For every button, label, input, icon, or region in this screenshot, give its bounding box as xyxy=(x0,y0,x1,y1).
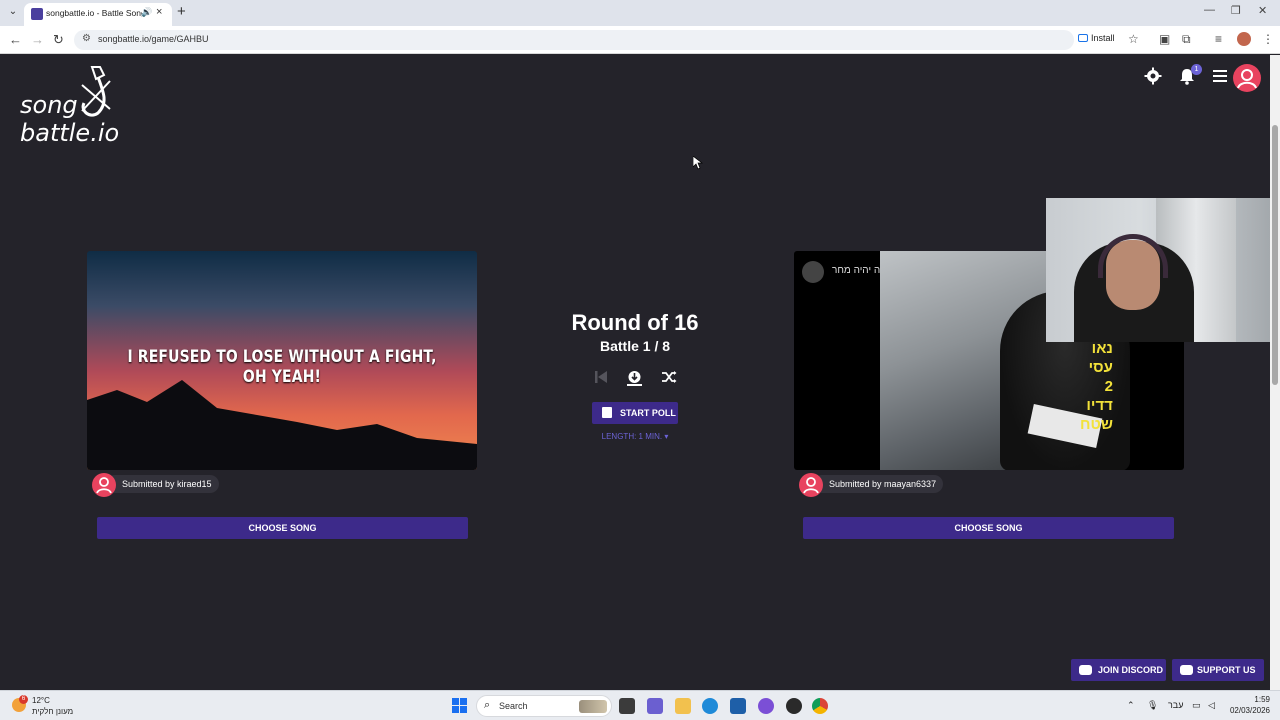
poll-icon xyxy=(602,407,612,418)
shuffle-icon[interactable] xyxy=(661,370,677,384)
site-info-icon[interactable]: ⚙ xyxy=(82,33,91,44)
hamburger-menu-icon[interactable] xyxy=(1213,70,1227,82)
taskbar-search-label: Search xyxy=(499,701,528,711)
install-app-button[interactable]: Install xyxy=(1078,33,1115,43)
browser-toolbar: ← → ↻ ⚙ songbattle.io/game/GAHBU Install… xyxy=(0,26,1280,54)
tray-overflow-icon[interactable]: ⌃ xyxy=(1127,700,1135,711)
left-choose-song-button[interactable]: CHOOSE SONG xyxy=(97,517,468,539)
windows-start-icon[interactable] xyxy=(452,698,467,713)
support-icon xyxy=(1180,665,1193,675)
join-discord-label: JOIN DISCORD xyxy=(1098,665,1164,675)
url-text: songbattle.io/game/GAHBU xyxy=(98,34,209,44)
logo-text-line1: song xyxy=(20,91,78,119)
reload-icon[interactable]: ↻ xyxy=(53,32,64,48)
video-channel-title: מה יהיה מחר xyxy=(832,265,888,276)
volume-icon[interactable]: ◁ xyxy=(1208,700,1215,711)
join-discord-button[interactable]: JOIN DISCORD xyxy=(1071,659,1166,681)
task-view-icon[interactable] xyxy=(619,698,635,714)
browser-tab-active[interactable]: songbattle.io - Battle Song 🔊 × xyxy=(24,3,172,26)
page-scrollbar[interactable] xyxy=(1270,55,1280,690)
mouse-cursor-icon xyxy=(693,156,703,170)
saxophone-logo-icon xyxy=(81,66,111,117)
channel-avatar xyxy=(802,261,824,283)
input-language[interactable]: עבר xyxy=(1168,700,1183,710)
left-submitter-avatar-icon xyxy=(92,473,116,497)
bookmark-star-icon[interactable]: ☆ xyxy=(1128,32,1139,46)
media-controls-icon[interactable]: ≡ xyxy=(1215,32,1222,46)
close-tab-icon[interactable]: × xyxy=(156,6,162,18)
notification-count-badge: 1 xyxy=(1191,64,1202,75)
search-highlight-image xyxy=(579,700,607,713)
browser-menu-icon[interactable]: ⋮ xyxy=(1262,32,1274,46)
left-submitter-label: Submitted by kiraed15 xyxy=(106,475,219,493)
tab-search-icon[interactable]: ⌄ xyxy=(6,5,20,19)
tab-title: songbattle.io - Battle Song xyxy=(46,8,142,18)
songbattle-page: song battle.io 1 I REFUSED TO LOSE WITHO… xyxy=(0,55,1270,690)
clock-time: 1:59 xyxy=(1254,695,1270,704)
user-avatar-icon[interactable] xyxy=(1233,64,1261,92)
extensions-puzzle-icon[interactable]: ⧉ xyxy=(1182,32,1191,47)
video-lyric-text: I REFUSED TO LOSE WITHOUT A FIGHT, OH YE… xyxy=(127,347,437,387)
weather-description: מעונן חלקית xyxy=(32,707,74,716)
thumbnail-overlay-text: נאו עסי 2 דדיו שטח xyxy=(1080,340,1113,433)
address-bar[interactable]: ⚙ songbattle.io/game/GAHBU xyxy=(74,30,1074,50)
start-poll-button[interactable]: START POLL xyxy=(592,402,678,424)
songbattle-logo[interactable]: song battle.io xyxy=(18,65,138,147)
windows-taskbar: 6 12°C מעונן חלקית ⌕ Search ⌃ 🎙 עבר ▭ ◁ … xyxy=(0,690,1280,720)
round-title: Round of 16 xyxy=(571,310,699,335)
battle-counter: Battle 1 / 8 xyxy=(599,338,671,354)
forward-icon[interactable]: → xyxy=(31,32,44,47)
app-icon[interactable] xyxy=(786,698,802,714)
right-choose-song-button[interactable]: CHOOSE SONG xyxy=(803,517,1174,539)
clock-date: 02/03/2026 xyxy=(1229,706,1270,715)
taskbar-search-box[interactable]: ⌕ Search xyxy=(476,695,612,717)
teams-icon[interactable] xyxy=(647,698,663,714)
previous-icon[interactable] xyxy=(594,370,608,384)
settings-gear-icon[interactable] xyxy=(1144,67,1162,85)
system-clock[interactable]: 1:59 02/03/2026 xyxy=(1228,694,1270,716)
microphone-icon[interactable]: 🎙 xyxy=(1147,700,1158,711)
scrollbar-thumb[interactable] xyxy=(1272,125,1278,385)
right-submitter-label: Submitted by maayan6337 xyxy=(813,475,944,493)
back-icon[interactable]: ← xyxy=(9,32,22,47)
browser-tab-bar: ⌄ songbattle.io - Battle Song 🔊 × + — ❐ … xyxy=(0,0,1280,26)
chrome-icon[interactable] xyxy=(812,698,828,714)
weather-alert-badge: 6 xyxy=(19,695,28,704)
support-us-button[interactable]: SUPPORT US xyxy=(1172,659,1264,681)
file-explorer-icon[interactable] xyxy=(675,698,691,714)
network-icon[interactable]: ▭ xyxy=(1192,700,1201,711)
weather-temperature: 12°C xyxy=(32,696,50,705)
edge-browser-icon[interactable] xyxy=(702,698,718,714)
webcam-overlay xyxy=(1046,198,1280,342)
left-song-video[interactable]: I REFUSED TO LOSE WITHOUT A FIGHT, OH YE… xyxy=(87,251,477,470)
logo-text-line2: battle.io xyxy=(20,119,120,147)
new-tab-button[interactable]: + xyxy=(177,3,186,20)
discord-icon xyxy=(1079,665,1092,675)
start-poll-label: START POLL xyxy=(620,408,676,418)
minimize-icon[interactable]: — xyxy=(1204,4,1215,16)
install-label: Install xyxy=(1091,33,1115,43)
poll-length-dropdown[interactable]: LENGTH: 1 MIN. ▾ xyxy=(575,432,695,441)
site-favicon-icon xyxy=(31,8,43,20)
messenger-icon[interactable] xyxy=(758,698,774,714)
extension-icon[interactable]: ▣ xyxy=(1159,32,1170,46)
install-icon xyxy=(1078,34,1088,42)
right-submitter-avatar-icon xyxy=(799,473,823,497)
close-window-icon[interactable]: ✕ xyxy=(1258,4,1267,17)
search-icon: ⌕ xyxy=(484,699,491,711)
support-us-label: SUPPORT US xyxy=(1197,665,1256,675)
speaker-icon[interactable]: 🔊 xyxy=(141,7,152,18)
restore-icon[interactable]: ❐ xyxy=(1231,4,1241,17)
store-icon[interactable] xyxy=(730,698,746,714)
browser-profile-avatar[interactable] xyxy=(1237,32,1251,46)
download-icon[interactable] xyxy=(626,370,643,387)
